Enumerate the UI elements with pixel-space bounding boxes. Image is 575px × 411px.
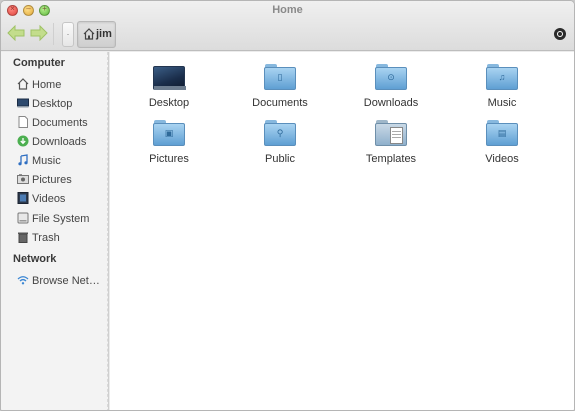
- home-icon: [83, 28, 95, 40]
- file-item-videos[interactable]: ▤ Videos: [457, 119, 547, 175]
- sidebar-item-documents[interactable]: Documents: [17, 116, 105, 132]
- arrow-right-icon: [30, 24, 48, 42]
- sidebar-item-videos[interactable]: Videos: [17, 192, 105, 208]
- back-button[interactable]: [6, 24, 26, 43]
- sidebar-item-label: Music: [32, 155, 61, 167]
- sidebar-item-pictures[interactable]: Pictures: [17, 173, 105, 189]
- sidebar-item-downloads[interactable]: Downloads: [17, 135, 105, 151]
- file-item-documents[interactable]: ▯ Documents: [235, 63, 325, 119]
- public-folder-icon: ⚲: [264, 119, 296, 147]
- trash-icon: [18, 232, 28, 243]
- pictures-icon: [17, 174, 29, 184]
- videos-folder-icon: ▤: [486, 119, 518, 147]
- titlebar: × – + Home · jim: [1, 1, 574, 51]
- documents-folder-icon: ▯: [264, 63, 296, 91]
- filesystem-icon: [17, 212, 29, 224]
- sidebar-item-label: Downloads: [32, 136, 87, 148]
- file-label: Public: [265, 153, 295, 165]
- window-title: Home: [272, 4, 303, 16]
- sidebar: Computer Home Desktop Documents Download…: [1, 52, 109, 410]
- templates-folder-icon: [375, 119, 407, 147]
- sidebar-item-home[interactable]: Home: [17, 78, 105, 94]
- file-label: Videos: [485, 153, 519, 165]
- sidebar-item-browse-network[interactable]: Browse Net…: [17, 274, 105, 290]
- sidebar-item-label: Pictures: [32, 174, 72, 186]
- search-button[interactable]: [554, 28, 566, 40]
- downloads-folder-icon: ⊙: [375, 63, 407, 91]
- sidebar-item-filesystem[interactable]: File System: [17, 212, 105, 228]
- sidebar-item-label: Videos: [32, 193, 66, 205]
- file-label: Desktop: [148, 97, 190, 109]
- home-icon: [17, 78, 29, 90]
- music-icon: [18, 154, 28, 166]
- file-item-downloads[interactable]: ⊙ Downloads: [346, 63, 436, 119]
- sidebar-item-label: Documents: [32, 117, 88, 129]
- file-label: Downloads: [363, 97, 419, 109]
- breadcrumb-root-button[interactable]: ·: [62, 22, 74, 47]
- toolbar-separator: [53, 23, 54, 45]
- sidebar-item-label: File System: [32, 213, 90, 225]
- breadcrumb-current-button[interactable]: jim: [77, 21, 116, 48]
- documents-icon: [18, 116, 28, 128]
- sidebar-item-label: Home: [32, 79, 62, 91]
- file-label: Music: [487, 97, 517, 109]
- file-item-public[interactable]: ⚲ Public: [235, 119, 325, 175]
- sidebar-item-trash[interactable]: Trash: [17, 231, 105, 247]
- file-item-pictures[interactable]: ▣ Pictures: [124, 119, 214, 175]
- file-label: Documents: [252, 97, 308, 109]
- file-item-templates[interactable]: Templates: [346, 119, 436, 175]
- breadcrumb-label: jim: [96, 28, 112, 40]
- desktop-folder-icon: [153, 63, 186, 91]
- videos-icon: [17, 192, 29, 204]
- music-folder-icon: ♫: [486, 63, 518, 91]
- desktop-icon: [17, 98, 29, 108]
- arrow-left-icon: [7, 24, 25, 42]
- file-manager-window: × – + Home · jim Computer Home Desktop D…: [0, 0, 575, 411]
- pictures-folder-icon: ▣: [153, 119, 185, 147]
- downloads-icon: [17, 135, 29, 147]
- sidebar-item-label: Browse Net…: [32, 275, 100, 287]
- sidebar-item-music[interactable]: Music: [17, 154, 105, 170]
- file-label: Pictures: [149, 153, 189, 165]
- sidebar-item-label: Trash: [32, 232, 60, 244]
- wifi-icon: [17, 276, 29, 285]
- file-view: Desktop ▯ Documents ⊙ Downloads ♫ Music …: [110, 52, 574, 410]
- forward-button[interactable]: [29, 24, 49, 43]
- sidebar-item-label: Desktop: [32, 98, 73, 110]
- sidebar-heading-network: Network: [13, 253, 57, 265]
- file-item-desktop[interactable]: Desktop: [124, 63, 214, 119]
- sidebar-item-desktop[interactable]: Desktop: [17, 97, 105, 113]
- sidebar-heading-computer: Computer: [13, 57, 65, 69]
- file-item-music[interactable]: ♫ Music: [457, 63, 547, 119]
- file-label: Templates: [365, 153, 417, 165]
